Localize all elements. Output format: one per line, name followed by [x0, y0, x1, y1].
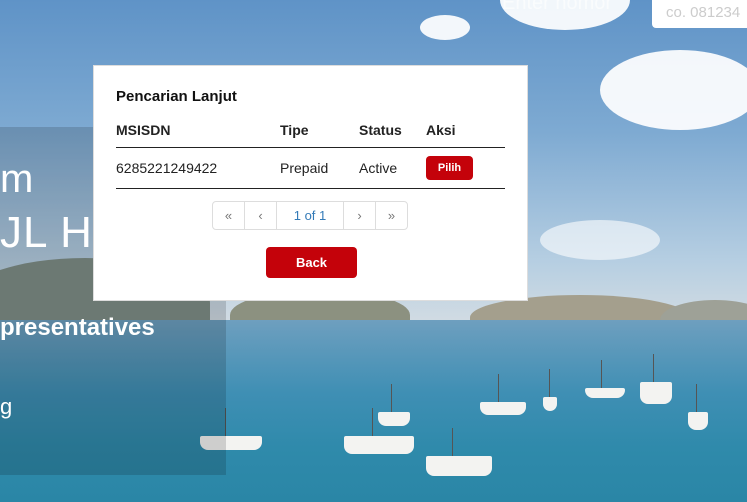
top-faded-text: Enter nomor — [502, 0, 613, 14]
last-page-button[interactable]: » — [375, 202, 407, 229]
cell-status: Active — [359, 147, 426, 189]
cell-tipe: Prepaid — [280, 147, 359, 189]
column-header-status: Status — [359, 119, 426, 148]
previous-page-button[interactable]: ‹ — [244, 202, 276, 229]
modal-title: Pencarian Lanjut — [116, 88, 237, 105]
msisdn-input[interactable]: co. 081234 — [652, 0, 747, 28]
cell-aksi: Pilih — [426, 147, 505, 189]
results-table: MSISDN Tipe Status Aksi 6285221249422 Pr… — [116, 119, 505, 189]
column-header-msisdn: MSISDN — [116, 119, 280, 148]
back-button[interactable]: Back — [266, 247, 357, 278]
search-modal: Pencarian Lanjut MSISDN Tipe Status Aksi… — [93, 65, 528, 301]
column-header-aksi: Aksi — [426, 119, 505, 148]
hero-text-line4: g — [0, 394, 13, 419]
hero-text-line1: m — [0, 157, 34, 201]
next-page-button[interactable]: › — [343, 202, 375, 229]
page-info: 1 of 1 — [276, 202, 343, 229]
pilih-button[interactable]: Pilih — [426, 156, 473, 180]
pagination: « ‹ 1 of 1 › » — [212, 201, 408, 230]
first-page-button[interactable]: « — [213, 202, 244, 229]
table-header-row: MSISDN Tipe Status Aksi — [116, 119, 505, 148]
cell-msisdn: 6285221249422 — [116, 147, 280, 189]
hero-text-line3: presentatives — [0, 314, 155, 341]
table-row: 6285221249422 Prepaid Active Pilih — [116, 147, 505, 189]
column-header-tipe: Tipe — [280, 119, 359, 148]
